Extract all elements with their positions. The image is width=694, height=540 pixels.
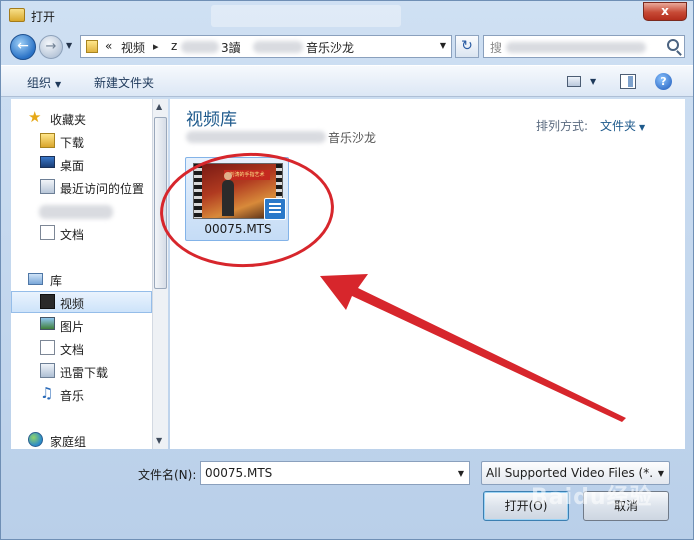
breadcrumb-chevron-icon[interactable]: ▸ [153,40,159,53]
breadcrumb-folder-a[interactable]: z [171,39,177,53]
redacted-text [253,41,303,53]
sidebar-item-library-documents[interactable]: 文档 [11,337,152,359]
address-bar[interactable]: « 视频 ▸ z 3讀 音乐沙龙 ▼ [80,35,452,58]
filename-dropdown-icon[interactable]: ▼ [458,469,464,478]
title-bar-reflection [211,5,401,27]
sidebar-item-label: 文档 [60,228,85,242]
desktop-icon [40,156,55,168]
file-type-dropdown-icon: ▼ [657,469,664,478]
sidebar-item-label: 迅雷下载 [60,366,109,380]
recent-pages-dropdown-icon[interactable]: ▼ [66,41,72,50]
forward-button[interactable]: → [39,35,63,59]
redacted-text [506,42,646,53]
sidebar-item-label: 下载 [60,136,85,150]
downloads-icon [40,363,55,378]
view-options-dropdown-icon[interactable]: ▼ [590,77,596,86]
video-library-icon [40,294,55,309]
redacted-sidebar-item [39,205,113,219]
sidebar-item-libraries[interactable]: 库 [11,268,152,290]
preview-pane-icon[interactable] [620,74,636,89]
annotation-arrow [320,274,626,422]
sidebar-item-pictures[interactable]: 图片 [11,314,152,336]
baidu-watermark: Baidu经验 [531,485,653,510]
help-icon[interactable]: ? [655,73,672,90]
breadcrumb-overflow[interactable]: « [105,39,112,53]
address-row: ← → ▼ « 视频 ▸ z 3讀 音乐沙龙 ▼ ↻ 搜 [1,31,693,63]
breadcrumb-current[interactable]: 音乐沙龙 [306,39,354,56]
sidebar-item-label: 家庭组 [50,435,87,449]
file-type-value: All Supported Video Files (*. [486,466,652,480]
downloads-folder-icon [40,133,55,148]
window-title: 打开 [31,10,56,24]
sidebar-item-label: 图片 [60,320,85,334]
folder-icon [86,40,98,53]
folder-icon [9,8,25,22]
organize-label: 组织 [27,76,52,90]
breadcrumb-video[interactable]: 视频 [121,39,145,56]
homegroup-icon [28,432,43,447]
sidebar-item-label: 库 [50,274,63,288]
redacted-path [186,131,326,143]
forward-arrow-icon: → [45,39,57,54]
sidebar-item-label: 音乐 [60,389,85,403]
annotation-arrow-shape [320,274,626,422]
change-view-icon[interactable] [567,76,581,87]
recent-places-icon [40,179,55,194]
sidebar-item-label: 视频 [60,297,85,311]
sidebar-item-homegroup[interactable]: 家庭组 [11,429,152,449]
filename-label: 文件名(N): [138,468,197,482]
sidebar-item-label: 收藏夹 [50,113,87,127]
scroll-up-icon[interactable]: ▲ [156,102,162,111]
scroll-down-icon[interactable]: ▼ [156,436,162,445]
library-title: 视频库 [186,110,237,130]
sidebar-item-favorites[interactable]: ★ 收藏夹 [11,107,152,129]
star-icon: ★ [28,108,42,126]
sidebar-item-xunlei-downloads[interactable]: 迅雷下载 [11,360,152,382]
sidebar-item-videos[interactable]: 视频 [11,291,152,313]
document-icon [40,340,55,355]
chevron-down-icon: ▼ [639,123,646,132]
address-dropdown-icon[interactable]: ▼ [440,41,446,50]
back-arrow-icon: ← [17,38,29,54]
sidebar-item-documents[interactable]: 文档 [11,222,152,244]
command-bar: 组织 ▼ 新建文件夹 ▼ ? [1,65,693,97]
library-icon [28,273,43,285]
title-bar[interactable]: 打开 x [1,1,693,31]
new-folder-button[interactable]: 新建文件夹 [94,74,154,91]
chevron-down-icon: ▼ [55,80,62,89]
open-file-dialog: 打开 x ← → ▼ « 视频 ▸ z 3讀 音乐沙龙 ▼ ↻ 搜 组织 ▼ 新建… [0,0,694,540]
sidebar-item-label: 最近访问的位置 [60,182,145,196]
sidebar-item-recent-places[interactable]: 最近访问的位置 [11,176,152,198]
refresh-icon: ↻ [461,38,473,54]
organize-button[interactable]: 组织 ▼ [27,74,61,91]
arrange-by-dropdown[interactable]: 文件夹 ▼ [600,117,645,134]
sidebar-item-music[interactable]: ♫ 音乐 [11,383,152,405]
breadcrumb-folder-b[interactable]: 3讀 [221,39,241,56]
search-input[interactable]: 搜 [483,35,685,58]
arrange-by-label: 排列方式: [536,119,589,133]
arrange-by-value: 文件夹 [600,119,637,133]
library-subtitle: 音乐沙龙 [328,131,377,145]
sidebar-item-desktop[interactable]: 桌面 [11,153,152,175]
search-icon[interactable] [667,39,679,51]
filename-value: 00075.MTS [205,466,273,480]
redacted-text [181,41,219,53]
sidebar-item-downloads[interactable]: 下载 [11,130,152,152]
document-icon [40,225,55,240]
refresh-button[interactable]: ↻ [455,35,479,58]
sidebar-scrollbar[interactable]: ▲ ▼ [152,99,168,449]
close-button[interactable]: x [643,2,687,21]
music-note-icon: ♫ [40,384,54,402]
navigation-pane: ★ 收藏夹 下载 桌面 最近访问的位置 文档 库 视频 图片 文档 迅雷下载 ♫… [11,99,152,449]
sidebar-item-label: 桌面 [60,159,85,173]
back-button[interactable]: ← [10,34,36,60]
filename-input[interactable]: 00075.MTS ▼ [200,461,470,485]
search-placeholder: 搜 [490,41,503,55]
pictures-icon [40,317,55,330]
sidebar-item-label: 文档 [60,343,85,357]
